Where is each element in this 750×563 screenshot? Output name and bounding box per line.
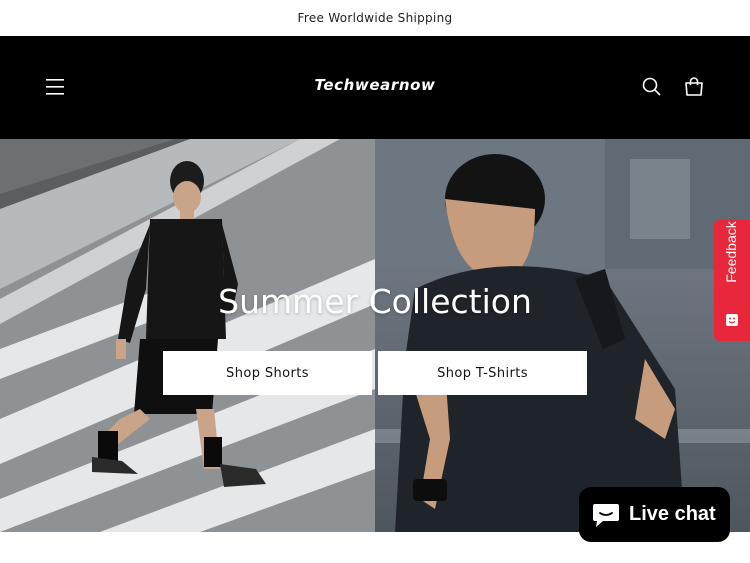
search-icon[interactable] [641,76,663,98]
feedback-tab[interactable]: Feedback [714,220,750,341]
hero-banner: Summer Collection Shop Shorts Shop T-Shi… [0,139,750,532]
hero-image-right [375,139,750,532]
site-logo[interactable]: Techwearnow [0,76,750,94]
feedback-label: Feedback [723,221,739,283]
shop-tshirts-button[interactable]: Shop T-Shirts [378,351,587,395]
hero-title: Summer Collection [218,282,532,321]
cart-icon[interactable] [682,75,706,99]
feedback-smile-icon [725,312,739,326]
announcement-bar: Free Worldwide Shipping [0,0,750,36]
live-chat-label: Live chat [629,503,716,525]
site-header: Techwearnow [0,36,750,139]
chat-bubble-icon [591,501,621,529]
live-chat-button[interactable]: Live chat [579,487,730,542]
announcement-text: Free Worldwide Shipping [297,11,453,25]
shop-shorts-button[interactable]: Shop Shorts [163,351,372,395]
hero-image-left [0,139,375,532]
